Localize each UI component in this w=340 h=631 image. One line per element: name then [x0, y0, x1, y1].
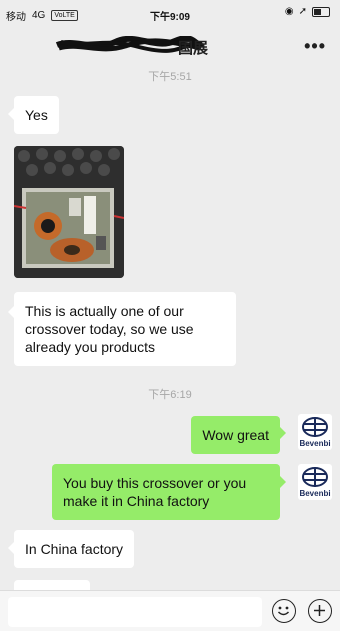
- avatar[interactable]: Bevenbi: [298, 464, 332, 500]
- emoji-icon[interactable]: [272, 599, 296, 623]
- more-dots-icon[interactable]: •••: [304, 36, 326, 57]
- status-right: ◉ ➚: [285, 6, 330, 17]
- avatar-label: Bevenbi: [299, 489, 331, 498]
- message-bubble-received[interactable]: In China factory: [14, 530, 135, 568]
- message-text: This is actually one of our crossover to…: [25, 303, 194, 355]
- bubble-tail: [280, 427, 286, 439]
- chat-title: 国展: [178, 40, 209, 57]
- globe-logo-icon: [302, 467, 328, 487]
- message-bubble-sent[interactable]: You buy this crossover or you make it in…: [52, 464, 280, 520]
- crossover-photo-icon: [14, 146, 124, 278]
- avatar-label: Bevenbi: [299, 439, 331, 448]
- plus-icon[interactable]: [308, 599, 332, 623]
- avatar[interactable]: Bevenbi: [298, 414, 332, 450]
- message-text: You buy this crossover or you make it in…: [63, 475, 247, 509]
- input-bar: [0, 590, 340, 631]
- message-bubble-received[interactable]: This is actually one of our crossover to…: [14, 292, 236, 366]
- timestamp: 下午5:51: [148, 71, 192, 83]
- lock-rotation-icon: ◉: [284, 6, 294, 17]
- battery-icon: [312, 6, 330, 17]
- message-bubble-sent[interactable]: Wow great: [191, 416, 280, 454]
- globe-logo-icon: [302, 417, 328, 437]
- nav-bar: 国展 •••: [0, 26, 340, 62]
- message-image[interactable]: [14, 146, 124, 278]
- status-bar: 移动 4G VoLTE 下午9:09 ◉ ➚: [0, 0, 340, 26]
- bubble-tail: [280, 476, 286, 488]
- message-bubble-received[interactable]: Yes: [14, 96, 59, 134]
- location-arrow-icon: ➚: [298, 6, 307, 17]
- message-text: Yes: [25, 107, 48, 123]
- message-input[interactable]: [8, 597, 262, 627]
- message-text: Wow great: [202, 427, 269, 443]
- message-text: In China factory: [25, 541, 124, 557]
- timestamp: 下午6:19: [148, 389, 192, 401]
